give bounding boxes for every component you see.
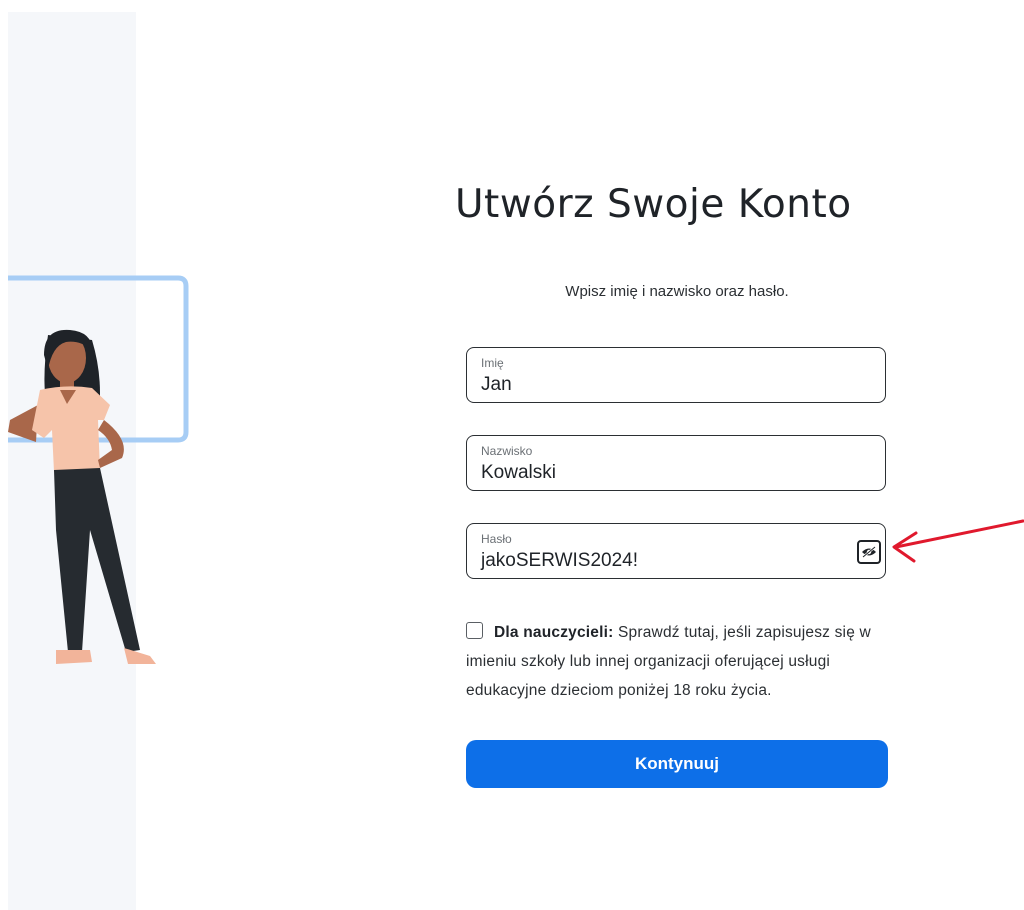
last-name-value[interactable]: Kowalski	[481, 462, 556, 484]
teacher-checkbox-label: Dla nauczycieli: Sprawdź tutaj, jeśli za…	[466, 618, 896, 705]
person-illustration	[8, 275, 189, 664]
continue-button[interactable]: Kontynuuj	[466, 740, 888, 788]
last-name-field[interactable]: Nazwisko Kowalski	[466, 435, 886, 491]
red-annotation-arrow	[892, 519, 1024, 563]
teacher-label-bold: Dla nauczycieli:	[494, 624, 614, 641]
password-field[interactable]: Hasło jakoSERWIS2024!	[466, 523, 886, 579]
eye-slash-icon	[862, 546, 876, 558]
first-name-label: Imię	[481, 356, 504, 370]
page-title: Utwórz Swoje Konto	[455, 182, 852, 227]
password-label: Hasło	[481, 532, 512, 546]
last-name-label: Nazwisko	[481, 444, 533, 458]
first-name-value[interactable]: Jan	[481, 374, 512, 396]
password-visibility-toggle[interactable]	[857, 540, 881, 564]
page-subtitle: Wpisz imię i nazwisko oraz hasło.	[565, 283, 789, 300]
first-name-field[interactable]: Imię Jan	[466, 347, 886, 403]
password-value[interactable]: jakoSERWIS2024!	[481, 550, 638, 572]
